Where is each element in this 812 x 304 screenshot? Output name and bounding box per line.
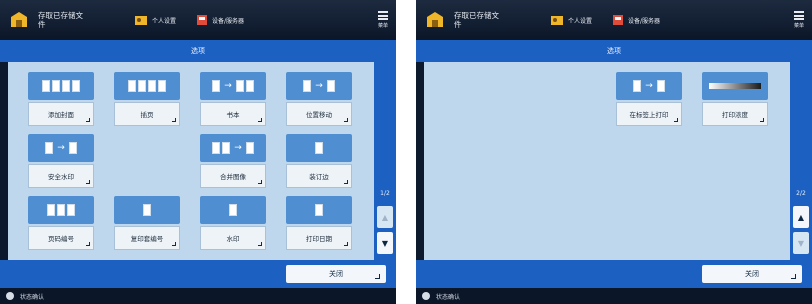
options-grid: → 在标签上打印 打印浓度 <box>424 62 790 260</box>
bottom-bar: 关闭 <box>416 260 812 288</box>
tile-label: 复印套编号 <box>114 226 180 250</box>
close-button[interactable]: 关闭 <box>702 265 802 283</box>
tile-add-cover[interactable]: 添加封面 <box>26 70 96 130</box>
status-icon <box>422 292 430 300</box>
bottom-bar: 关闭 <box>0 260 396 288</box>
home-folder-icon <box>427 12 443 27</box>
options-screen-page-2: 存取已存储文件 个人设置 设备/服务器 菜单 选项 → 在标签上打印 打印浓度 … <box>416 0 812 304</box>
tile-shift[interactable]: → 位置移动 <box>284 70 354 130</box>
insert-sheets-icon <box>114 72 180 100</box>
tile-print-date[interactable]: 打印日期 <box>284 194 354 254</box>
tile-merge-image[interactable]: → 合并图像 <box>198 132 268 192</box>
personal-settings-icon <box>551 16 563 25</box>
scroll-down-button[interactable]: ▼ <box>793 232 809 254</box>
personal-settings-label: 个人设置 <box>152 17 177 25</box>
tile-booklet[interactable]: → 书本 <box>198 70 268 130</box>
status-bar[interactable]: 状态确认 <box>416 288 812 304</box>
watermark-icon <box>200 196 266 224</box>
binding-margin-icon <box>286 134 352 162</box>
menu-icon <box>793 11 804 20</box>
shift-icon: → <box>286 72 352 100</box>
tile-label: 装订边 <box>286 164 352 188</box>
close-button[interactable]: 关闭 <box>286 265 386 283</box>
device-button[interactable]: 设备/服务器 <box>612 0 660 40</box>
top-bar: 存取已存储文件 个人设置 设备/服务器 菜单 <box>416 0 812 40</box>
home-label: 存取已存储文件 <box>38 11 83 29</box>
personal-settings-button[interactable]: 个人设置 <box>134 0 176 40</box>
tile-copy-set-numbering[interactable]: 复印套编号 <box>112 194 182 254</box>
page-indicator: 1/2 <box>380 190 390 197</box>
options-grid: 添加封面 插页 → 书本 → 位置移动 → 安全水印 → 合并图像 装订边 页码… <box>8 62 374 260</box>
status-bar[interactable]: 状态确认 <box>0 288 396 304</box>
chevron-up-icon: ▲ <box>381 212 389 222</box>
tile-label: 书本 <box>200 102 266 126</box>
secure-watermark-icon: → <box>28 134 94 162</box>
booklet-icon: → <box>200 72 266 100</box>
menu-label: 菜单 <box>377 23 388 29</box>
print-on-tab-icon: → <box>616 72 682 100</box>
personal-settings-icon <box>135 16 147 25</box>
status-label: 状态确认 <box>436 293 461 301</box>
page-indicator: 2/2 <box>796 190 806 197</box>
home-button[interactable]: 存取已存储文件 <box>8 0 90 40</box>
tile-page-numbering[interactable]: 页码编号 <box>26 194 96 254</box>
chevron-down-icon: ▼ <box>797 238 805 248</box>
chevron-down-icon: ▼ <box>381 238 389 248</box>
tile-print-density[interactable]: 打印浓度 <box>700 70 770 130</box>
density-gradient-icon <box>709 83 761 89</box>
top-bar: 存取已存储文件 个人设置 设备/服务器 菜单 <box>0 0 396 40</box>
tile-insert-sheets[interactable]: 插页 <box>112 70 182 130</box>
print-density-icon <box>702 72 768 100</box>
tile-label: 在标签上打印 <box>616 102 682 126</box>
menu-icon <box>377 11 388 20</box>
status-icon <box>6 292 14 300</box>
tile-label: 添加封面 <box>28 102 94 126</box>
tile-label: 位置移动 <box>286 102 352 126</box>
scroll-up-button[interactable]: ▲ <box>377 206 393 228</box>
home-button[interactable]: 存取已存储文件 <box>424 0 506 40</box>
tile-label: 页码编号 <box>28 226 94 250</box>
tile-label: 打印日期 <box>286 226 352 250</box>
page-title: 选项 <box>416 40 812 62</box>
chevron-up-icon: ▲ <box>797 212 805 222</box>
arrow-icon: → <box>224 81 232 91</box>
tile-label: 打印浓度 <box>702 102 768 126</box>
device-icon <box>197 15 207 25</box>
tile-label: 合并图像 <box>200 164 266 188</box>
scroll-up-button[interactable]: ▲ <box>793 206 809 228</box>
tile-label: 安全水印 <box>28 164 94 188</box>
merge-image-icon: → <box>200 134 266 162</box>
menu-button[interactable]: 菜单 <box>793 0 804 40</box>
page-numbering-icon <box>28 196 94 224</box>
home-folder-icon <box>11 12 27 27</box>
tile-label: 水印 <box>200 226 266 250</box>
scroll-sidebar: 2/2 ▲ ▼ <box>790 62 812 260</box>
options-screen-page-1: 存取已存储文件 个人设置 设备/服务器 菜单 选项 添加封面 插页 → 书本 →… <box>0 0 396 304</box>
device-button[interactable]: 设备/服务器 <box>196 0 244 40</box>
device-icon <box>613 15 623 25</box>
panel-gap <box>396 0 416 304</box>
menu-button[interactable]: 菜单 <box>377 0 388 40</box>
scroll-sidebar: 1/2 ▲ ▼ <box>374 62 396 260</box>
menu-label: 菜单 <box>793 23 804 29</box>
copy-set-numbering-icon <box>114 196 180 224</box>
scroll-down-button[interactable]: ▼ <box>377 232 393 254</box>
personal-settings-button[interactable]: 个人设置 <box>550 0 592 40</box>
page-title: 选项 <box>0 40 396 62</box>
print-date-icon <box>286 196 352 224</box>
tile-label: 插页 <box>114 102 180 126</box>
tile-print-on-tab[interactable]: → 在标签上打印 <box>614 70 684 130</box>
device-label: 设备/服务器 <box>212 17 245 25</box>
device-label: 设备/服务器 <box>628 17 661 25</box>
home-label: 存取已存储文件 <box>454 11 499 29</box>
tile-watermark[interactable]: 水印 <box>198 194 268 254</box>
add-cover-icon <box>28 72 94 100</box>
status-label: 状态确认 <box>20 293 45 301</box>
tile-secure-watermark[interactable]: → 安全水印 <box>26 132 96 192</box>
tile-binding-margin[interactable]: 装订边 <box>284 132 354 192</box>
personal-settings-label: 个人设置 <box>568 17 593 25</box>
